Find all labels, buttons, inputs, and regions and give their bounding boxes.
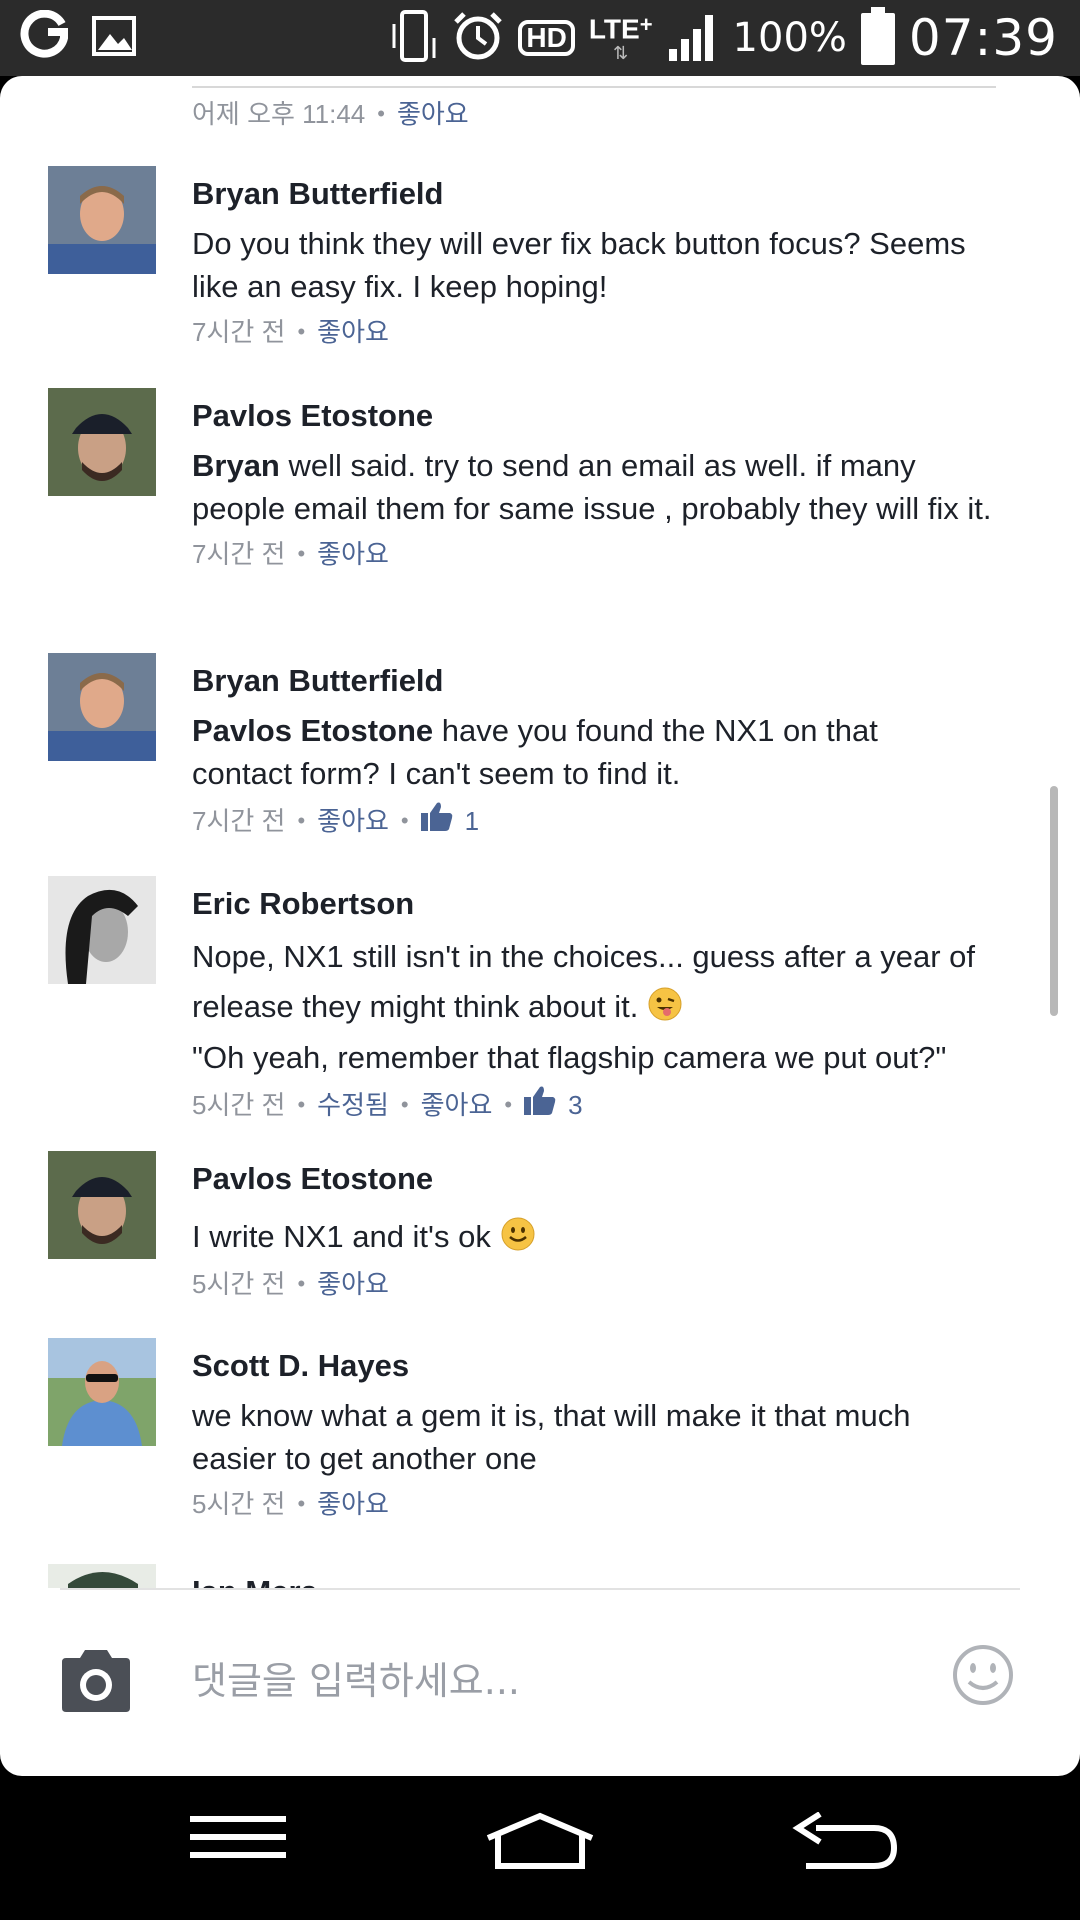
author-name[interactable]: Ian Mera xyxy=(192,1572,1012,1588)
like-button[interactable]: 좋아요 xyxy=(317,1266,389,1302)
comment-meta: 7시간 전 • 좋아요 xyxy=(192,314,1012,350)
comments-sheet: 어제 오후 11:44 • 좋아요 Bryan Butterfield Do y… xyxy=(0,76,1080,1776)
avatar[interactable] xyxy=(48,1338,156,1446)
like-button[interactable]: 좋아요 xyxy=(421,1087,493,1123)
hd-icon: HD xyxy=(518,20,575,56)
author-name[interactable]: Pavlos Etostone xyxy=(192,396,1012,436)
navigation-bar xyxy=(0,1776,1080,1920)
comment-meta: 어제 오후 11:44 • 좋아요 xyxy=(192,96,469,132)
comment-text: Bryan well said. try to send an email as… xyxy=(192,448,992,526)
battery-percent: 100% xyxy=(732,15,847,61)
smile-emoji-icon xyxy=(501,1217,535,1262)
like-button[interactable]: 좋아요 xyxy=(317,803,389,839)
avatar[interactable] xyxy=(48,388,156,496)
alarm-icon xyxy=(452,10,504,67)
like-button[interactable]: 좋아요 xyxy=(317,1486,389,1522)
back-icon[interactable] xyxy=(792,1811,898,1875)
home-icon[interactable] xyxy=(484,1812,596,1875)
comment-meta: 5시간 전 • 좋아요 xyxy=(192,1486,1012,1522)
like-button[interactable]: 좋아요 xyxy=(317,536,389,572)
network-indicator: LTE+ ⇅ xyxy=(588,12,653,63)
divider xyxy=(192,86,996,88)
mention-link[interactable]: Bryan xyxy=(192,448,280,483)
like-count: 1 xyxy=(464,805,480,836)
like-count: 3 xyxy=(568,1089,583,1120)
comment-composer xyxy=(0,1590,1080,1776)
like-button[interactable]: 좋아요 xyxy=(397,96,469,132)
like-button[interactable]: 좋아요 xyxy=(317,314,389,350)
image-icon xyxy=(92,16,136,61)
mention-link[interactable]: Pavlos Etostone xyxy=(192,713,433,748)
author-name[interactable]: Bryan Butterfield xyxy=(192,661,1012,701)
vibrate-icon xyxy=(390,8,438,69)
avatar[interactable] xyxy=(48,1151,156,1259)
comment-text: Nope, NX1 still isn't in the choices... … xyxy=(192,932,1022,1036)
comment-meta: 5시간 전 • 좋아요 xyxy=(192,1266,1012,1302)
comment-list[interactable]: 어제 오후 11:44 • 좋아요 Bryan Butterfield Do y… xyxy=(0,76,1080,1588)
menu-icon[interactable] xyxy=(190,1812,286,1869)
avatar[interactable] xyxy=(48,1564,156,1588)
author-name[interactable]: Bryan Butterfield xyxy=(192,174,1012,214)
scrollbar[interactable] xyxy=(1050,786,1058,1016)
signal-icon xyxy=(667,9,719,68)
author-name[interactable]: Scott D. Hayes xyxy=(192,1346,1012,1386)
comment-meta: 5시간 전 • 수정됨 • 좋아요 • 3 xyxy=(192,1085,1012,1124)
comment-text-quote: "Oh yeah, remember that flagship camera … xyxy=(192,1040,947,1075)
comment-text: I write NX1 and it's ok xyxy=(192,1215,1012,1262)
comment-text: Do you think they will ever fix back but… xyxy=(192,226,966,304)
thumbs-up-icon xyxy=(524,1085,556,1124)
edited-label[interactable]: 수정됨 xyxy=(317,1087,389,1123)
comment-meta: 7시간 전 • 좋아요 xyxy=(192,536,1012,572)
comment-input[interactable] xyxy=(192,1646,912,1716)
thumbs-up-icon xyxy=(420,801,453,840)
app-logo-icon xyxy=(18,9,70,67)
comment-text: we know what a gem it is, that will make… xyxy=(192,1398,911,1476)
author-name[interactable]: Eric Robertson xyxy=(192,884,1012,924)
avatar[interactable] xyxy=(48,653,156,761)
comment-meta: 7시간 전 • 좋아요 • 1 xyxy=(192,801,1012,840)
status-bar: HD LTE+ ⇅ 100% 07:39 xyxy=(0,0,1080,76)
comment-text: Pavlos Etostone have you found the NX1 o… xyxy=(192,713,878,791)
avatar[interactable] xyxy=(48,876,156,984)
smiley-icon[interactable] xyxy=(952,1644,1014,1711)
winking-tongue-emoji-icon xyxy=(648,986,682,1036)
avatar[interactable] xyxy=(48,166,156,274)
battery-icon xyxy=(860,6,895,70)
clock: 07:39 xyxy=(908,9,1058,67)
author-name[interactable]: Pavlos Etostone xyxy=(192,1159,1012,1199)
camera-icon[interactable] xyxy=(58,1650,134,1717)
